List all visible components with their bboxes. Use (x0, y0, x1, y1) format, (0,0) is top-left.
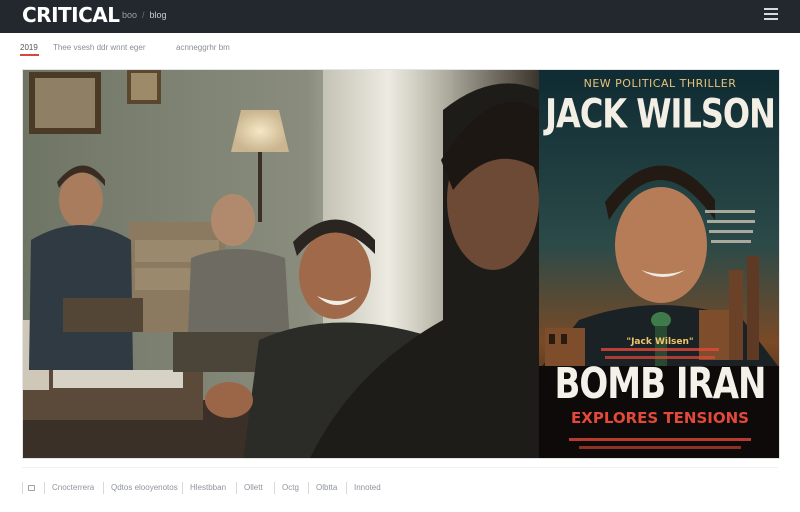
hero-photo-scene (23, 70, 539, 458)
footer-divider (236, 482, 237, 494)
top-navigation-bar: CRITICAL boo / blog (0, 0, 800, 33)
poster-tagline: NEW POLITICAL THRILLER (583, 77, 737, 90)
poster-author: JACK WILSON (545, 90, 776, 138)
footer-link-4[interactable]: Ollett (244, 483, 263, 492)
site-logo[interactable]: CRITICAL (22, 3, 120, 27)
breadcrumb-separator: / (142, 10, 145, 20)
footer-link-1[interactable]: Cnocterrera (52, 483, 94, 492)
footer-link-6[interactable]: Olbtta (316, 483, 337, 492)
footer-divider (346, 482, 347, 494)
footer-navigation: Cnocterrera Qdtos elooyenotos Hlestbban … (22, 478, 778, 498)
poster-subtitle: EXPLORES TENSIONS (571, 409, 749, 427)
footer-link-7[interactable]: Innoted (354, 483, 381, 492)
breadcrumb-item-root[interactable]: boo (122, 10, 137, 20)
subnav-item-category[interactable]: acnneggrhr bm (176, 43, 230, 52)
footer-divider (308, 482, 309, 494)
poster-title: BOMB IRAN (554, 359, 766, 409)
footer-link-2[interactable]: Qdtos elooyenotos (111, 483, 178, 492)
footer-divider (22, 482, 23, 494)
hero-image[interactable]: NEW POLITICAL THRILLER JACK WILSON "Jack… (22, 69, 780, 459)
breadcrumb-item-current[interactable]: blog (150, 10, 167, 20)
subnav-item-year[interactable]: 2019 (20, 43, 39, 56)
poster-quote: "Jack Wilsen" (626, 337, 694, 347)
breadcrumb: boo / blog (122, 10, 167, 20)
subnav-item-article[interactable]: Thee vsesh ddr wnnt eger (53, 43, 146, 52)
footer-divider (103, 482, 104, 494)
footer-divider (182, 482, 183, 494)
footer-divider (274, 482, 275, 494)
book-poster[interactable]: NEW POLITICAL THRILLER JACK WILSON "Jack… (539, 70, 779, 458)
footer-link-3[interactable]: Hlestbban (190, 483, 226, 492)
home-icon[interactable] (28, 485, 35, 491)
footer-link-5[interactable]: Octg (282, 483, 299, 492)
footer-divider (44, 482, 45, 494)
hamburger-icon[interactable] (764, 8, 778, 20)
footer-separator (22, 467, 778, 468)
